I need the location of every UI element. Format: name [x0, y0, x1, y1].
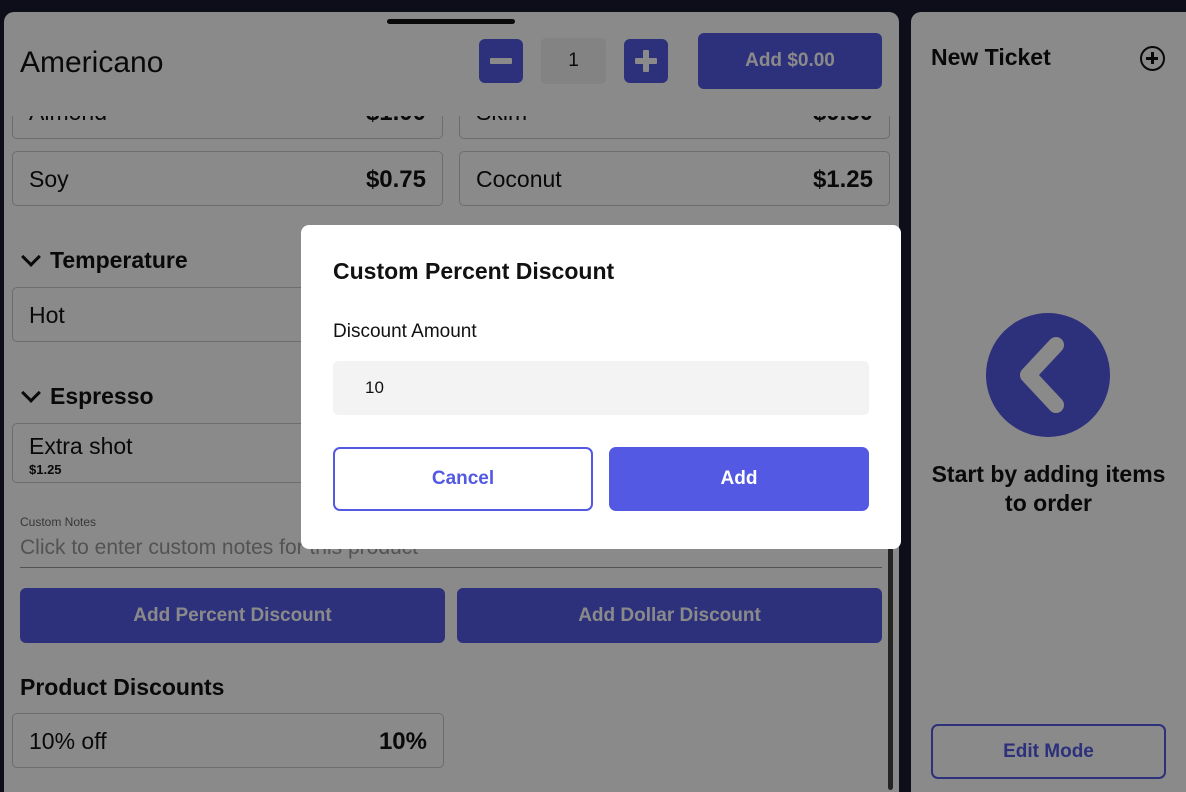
custom-percent-discount-dialog: Custom Percent Discount Discount Amount …	[301, 225, 901, 549]
discount-amount-label: Discount Amount	[333, 321, 477, 342]
cancel-button[interactable]: Cancel	[333, 447, 593, 511]
discount-amount-input[interactable]	[333, 361, 869, 415]
dialog-title: Custom Percent Discount	[333, 258, 615, 284]
add-button[interactable]: Add	[609, 447, 869, 511]
